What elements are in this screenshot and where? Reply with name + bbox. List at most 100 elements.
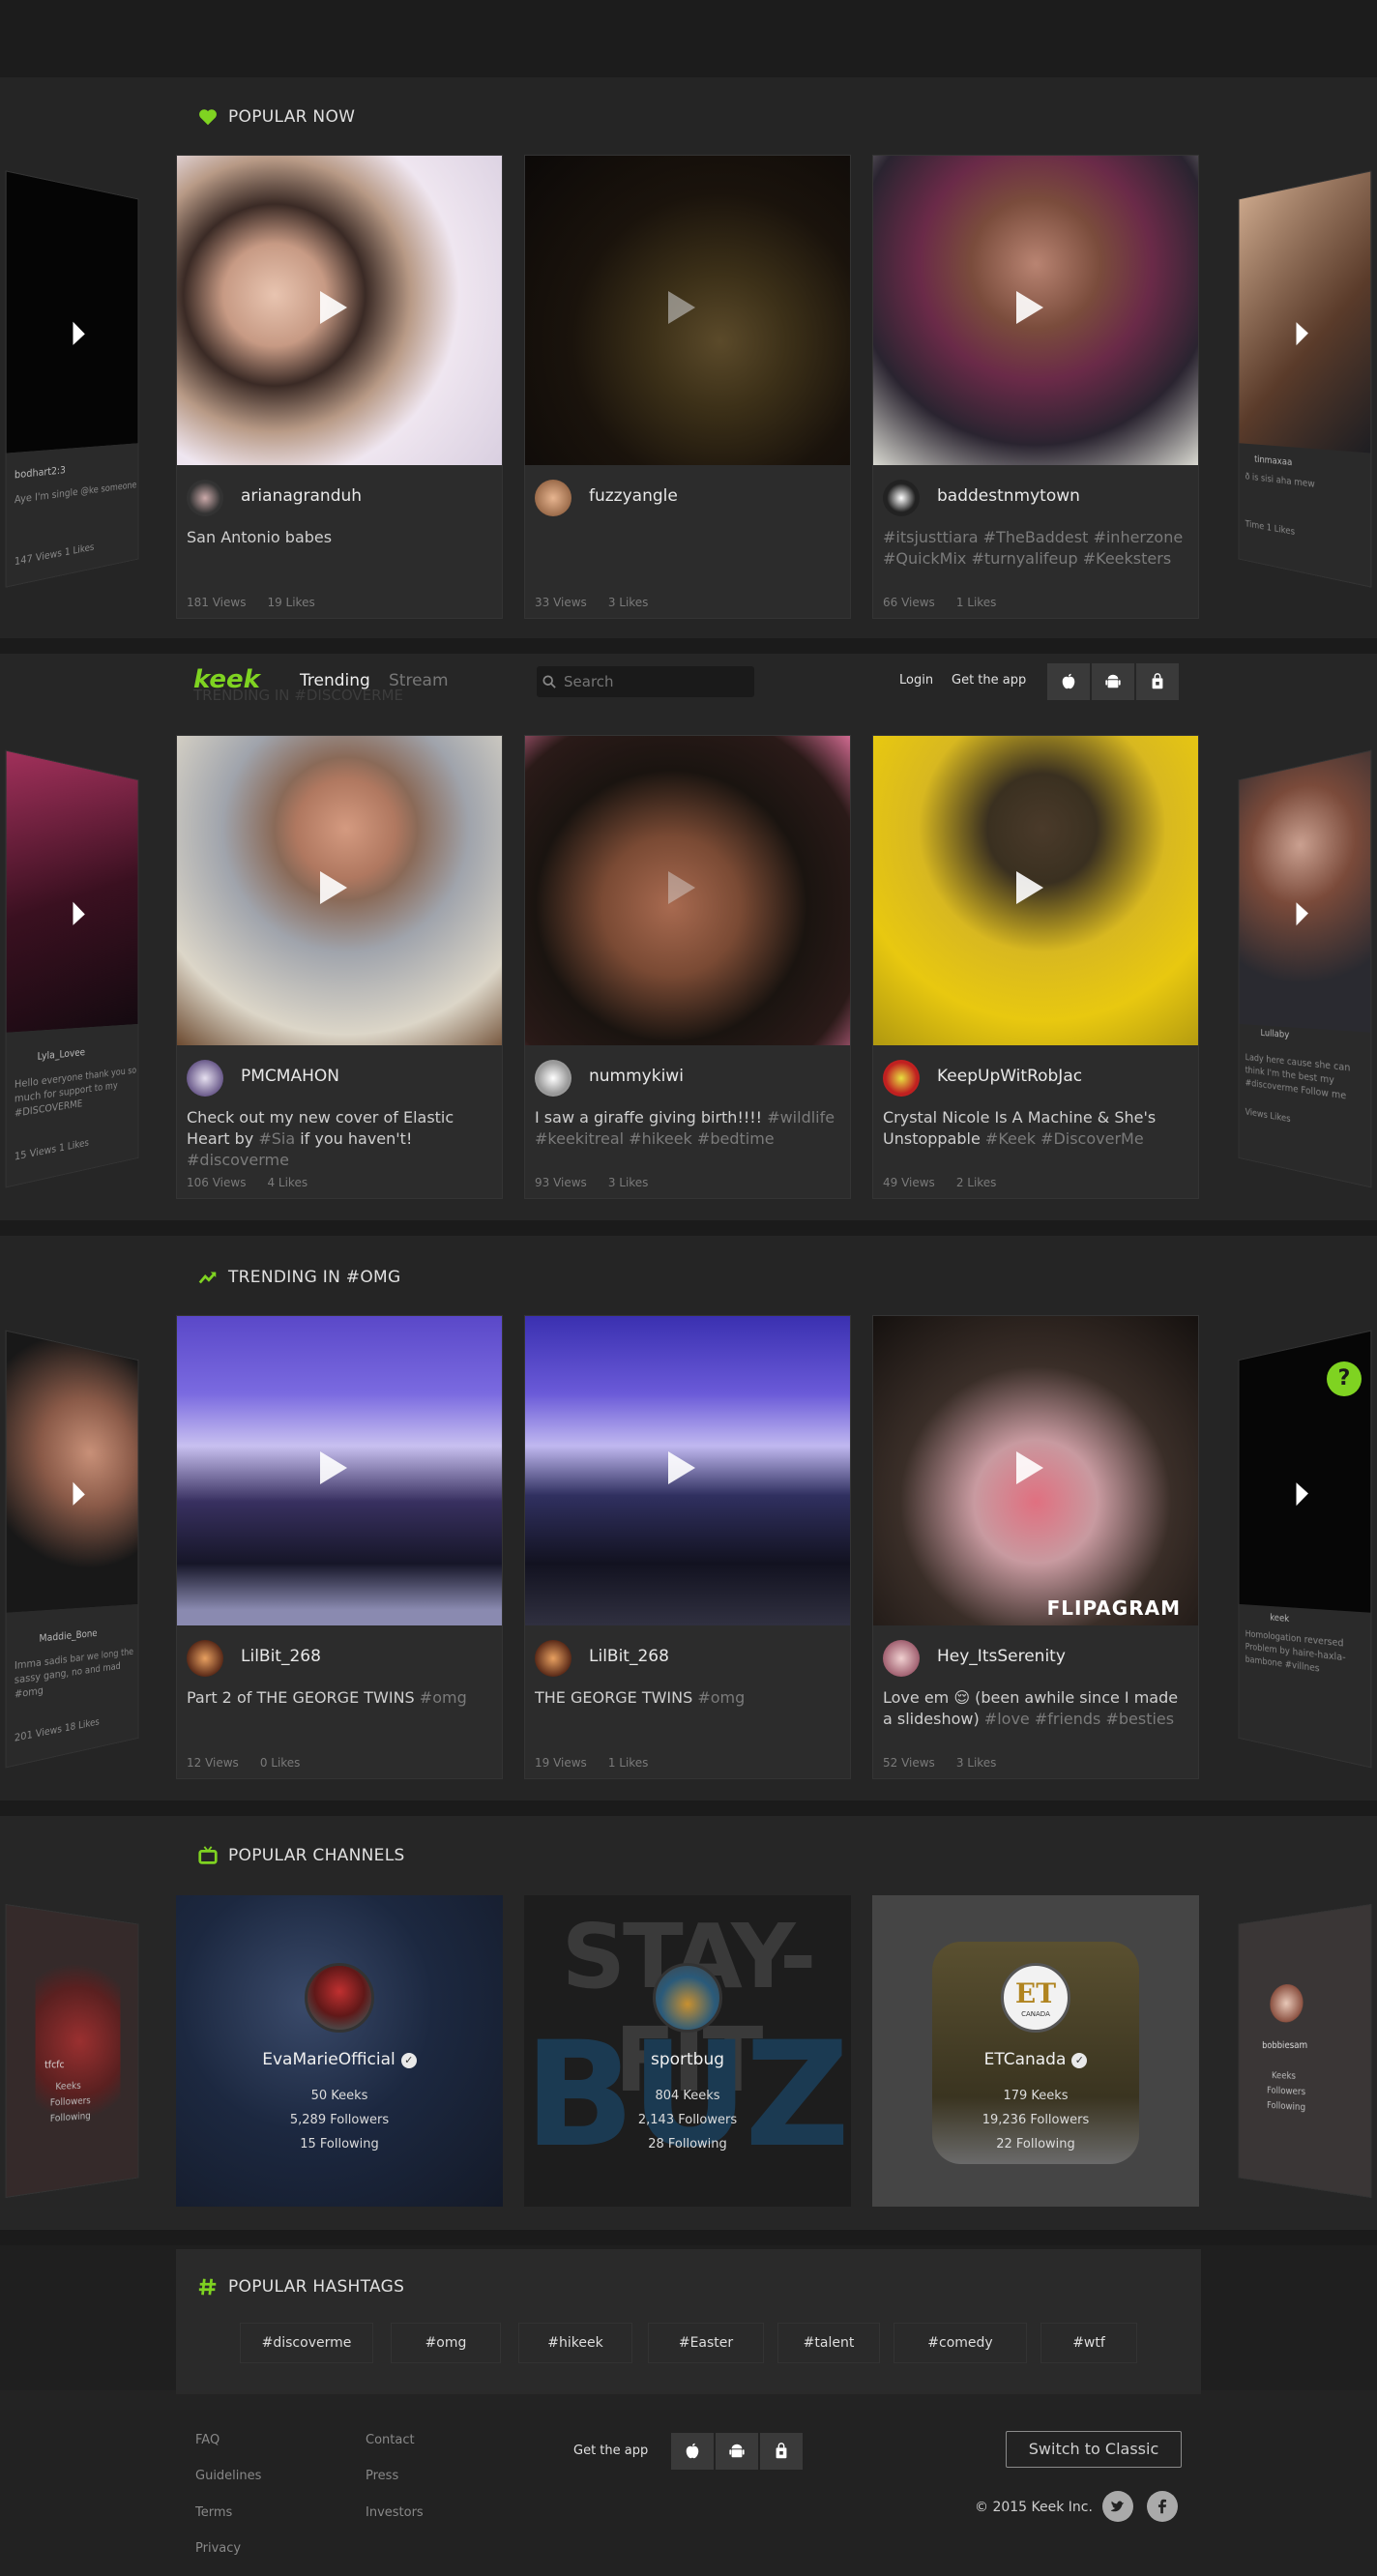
username[interactable]: LilBit_268: [589, 1647, 669, 1666]
footer-link-faq[interactable]: FAQ: [195, 2433, 220, 2447]
side-card-left[interactable]: Maddie_Bone Imma sadis bar we long the s…: [5, 1330, 139, 1769]
channel-avatar[interactable]: [305, 1963, 374, 2033]
video-thumbnail[interactable]: FLIPAGRAM: [873, 1316, 1198, 1625]
video-thumbnail[interactable]: [177, 736, 502, 1045]
play-icon[interactable]: [1296, 901, 1308, 926]
avatar[interactable]: [535, 1060, 571, 1097]
footer-link-contact[interactable]: Contact: [366, 2433, 415, 2447]
play-icon[interactable]: [320, 871, 347, 904]
play-icon[interactable]: [320, 291, 347, 324]
username[interactable]: PMCMAHON: [241, 1067, 339, 1086]
side-channel-right[interactable]: bobbiesam Keeks Followers Following: [1238, 1903, 1372, 2199]
side-card-left[interactable]: Lyla_Lovee Hello everyone thank you so m…: [5, 749, 139, 1188]
hashtag-chip[interactable]: #comedy: [894, 2323, 1027, 2363]
play-icon[interactable]: [1016, 871, 1043, 904]
video-card[interactable]: LilBit_268 THE GEORGE TWINS #omg 19 View…: [524, 1315, 851, 1779]
play-icon[interactable]: [1296, 1481, 1308, 1507]
channel-card[interactable]: STAY-FIT BUZZ sportbug 804 Keeks 2,143 F…: [524, 1895, 851, 2207]
video-card[interactable]: LilBit_268 Part 2 of THE GEORGE TWINS #o…: [176, 1315, 503, 1779]
username[interactable]: baddestnmytown: [937, 486, 1080, 506]
avatar[interactable]: [187, 480, 223, 516]
search-input[interactable]: [562, 671, 746, 692]
footer-link-guidelines[interactable]: Guidelines: [195, 2469, 261, 2483]
android-button[interactable]: [1092, 663, 1134, 700]
play-icon[interactable]: [1296, 321, 1308, 346]
play-icon[interactable]: [668, 871, 695, 904]
play-icon[interactable]: [668, 1451, 695, 1484]
play-icon[interactable]: [73, 901, 85, 926]
channel-avatar[interactable]: [1270, 1982, 1304, 2023]
twitter-button[interactable]: [1102, 2491, 1133, 2522]
play-icon[interactable]: [1016, 291, 1043, 324]
video-card[interactable]: baddestnmytown #itsjusttiara #TheBaddest…: [872, 155, 1199, 619]
avatar[interactable]: [883, 1640, 920, 1677]
video-thumbnail[interactable]: [6, 1331, 138, 1613]
play-icon[interactable]: [73, 1481, 85, 1507]
channel-card[interactable]: ET CANADA ETCanada ✓ 179 Keeks 19,236 Fol…: [872, 1895, 1199, 2207]
side-channel-left[interactable]: tfcfc Keeks Followers Following: [5, 1903, 139, 2199]
video-thumbnail[interactable]: [873, 736, 1198, 1045]
video-thumbnail[interactable]: [873, 156, 1198, 465]
avatar[interactable]: [535, 1640, 571, 1677]
side-card-left[interactable]: bodhart2:3 Aye I'm single @ke someone 14…: [5, 170, 139, 588]
video-thumbnail[interactable]: [177, 156, 502, 465]
side-card-right[interactable]: tinmaxaa ð is sisi aha mew Time 1 Likes: [1238, 170, 1372, 588]
apple-button[interactable]: [1047, 663, 1090, 700]
username[interactable]: nummykiwi: [589, 1067, 684, 1086]
video-thumbnail[interactable]: [6, 750, 138, 1033]
footer-link-press[interactable]: Press: [366, 2469, 398, 2483]
video-thumbnail[interactable]: [1239, 750, 1371, 1033]
hashtag-chip[interactable]: #hikeek: [518, 2323, 632, 2363]
avatar[interactable]: [883, 480, 920, 516]
footer-link-privacy[interactable]: Privacy: [195, 2541, 241, 2556]
channel-card[interactable]: EvaMarieOfficial ✓ 50 Keeks 5,289 Followe…: [176, 1895, 503, 2207]
video-card[interactable]: KeepUpWitRobJac Crystal Nicole Is A Mach…: [872, 735, 1199, 1199]
nav-stream[interactable]: Stream: [389, 671, 449, 690]
hashtag-chip[interactable]: #wtf: [1040, 2323, 1137, 2363]
channel-name[interactable]: ETCanada ✓: [872, 2050, 1199, 2069]
channel-avatar[interactable]: ET CANADA: [1001, 1963, 1070, 2033]
channel-name[interactable]: sportbug: [524, 2050, 851, 2069]
avatar[interactable]: [883, 1060, 920, 1097]
video-thumbnail[interactable]: [177, 1316, 502, 1625]
username[interactable]: KeepUpWitRobJac: [937, 1067, 1082, 1086]
avatar[interactable]: [535, 480, 571, 516]
blackberry-button[interactable]: [1136, 663, 1179, 700]
username[interactable]: fuzzyangle: [589, 486, 678, 506]
video-card[interactable]: PMCMAHON Check out my new cover of Elast…: [176, 735, 503, 1199]
username[interactable]: Hey_ItsSerenity: [937, 1647, 1066, 1666]
footer-apple-button[interactable]: [671, 2433, 714, 2470]
video-card[interactable]: arianagranduh San Antonio babes 181 View…: [176, 155, 503, 619]
footer-link-terms[interactable]: Terms: [195, 2505, 232, 2520]
get-app-link[interactable]: Get the app: [952, 673, 1026, 688]
hashtag-chip[interactable]: #omg: [391, 2323, 501, 2363]
video-card[interactable]: FLIPAGRAM Hey_ItsSerenity Love em 😌 (bee…: [872, 1315, 1199, 1779]
video-thumbnail[interactable]: [525, 1316, 850, 1625]
avatar[interactable]: [187, 1640, 223, 1677]
side-card-right[interactable]: keek Homologation reversed Problem by ha…: [1238, 1330, 1372, 1769]
username[interactable]: arianagranduh: [241, 486, 362, 506]
login-link[interactable]: Login: [899, 673, 933, 688]
channel-avatar[interactable]: [653, 1963, 722, 2033]
hashtag-chip[interactable]: #discoverme: [240, 2323, 373, 2363]
switch-classic-button[interactable]: Switch to Classic: [1006, 2431, 1182, 2468]
play-icon[interactable]: [73, 321, 85, 346]
side-card-right[interactable]: Lullaby Lady here cause she can think I'…: [1238, 749, 1372, 1188]
help-button[interactable]: ?: [1327, 1361, 1362, 1396]
channel-name[interactable]: EvaMarieOfficial ✓: [176, 2050, 503, 2069]
video-thumbnail[interactable]: [6, 171, 138, 454]
footer-store-button[interactable]: [760, 2433, 803, 2470]
play-icon[interactable]: [1016, 1451, 1043, 1484]
hashtag-chip[interactable]: #Easter: [648, 2323, 764, 2363]
hashtag-chip[interactable]: #talent: [777, 2323, 880, 2363]
search-box[interactable]: [537, 666, 754, 697]
video-thumbnail[interactable]: [1239, 171, 1371, 454]
avatar[interactable]: [187, 1060, 223, 1097]
footer-android-button[interactable]: [716, 2433, 758, 2470]
video-thumbnail[interactable]: [525, 156, 850, 465]
video-card[interactable]: nummykiwi I saw a giraffe giving birth!!…: [524, 735, 851, 1199]
footer-link-investors[interactable]: Investors: [366, 2505, 424, 2520]
username[interactable]: LilBit_268: [241, 1647, 321, 1666]
play-icon[interactable]: [668, 291, 695, 324]
facebook-button[interactable]: [1147, 2491, 1178, 2522]
